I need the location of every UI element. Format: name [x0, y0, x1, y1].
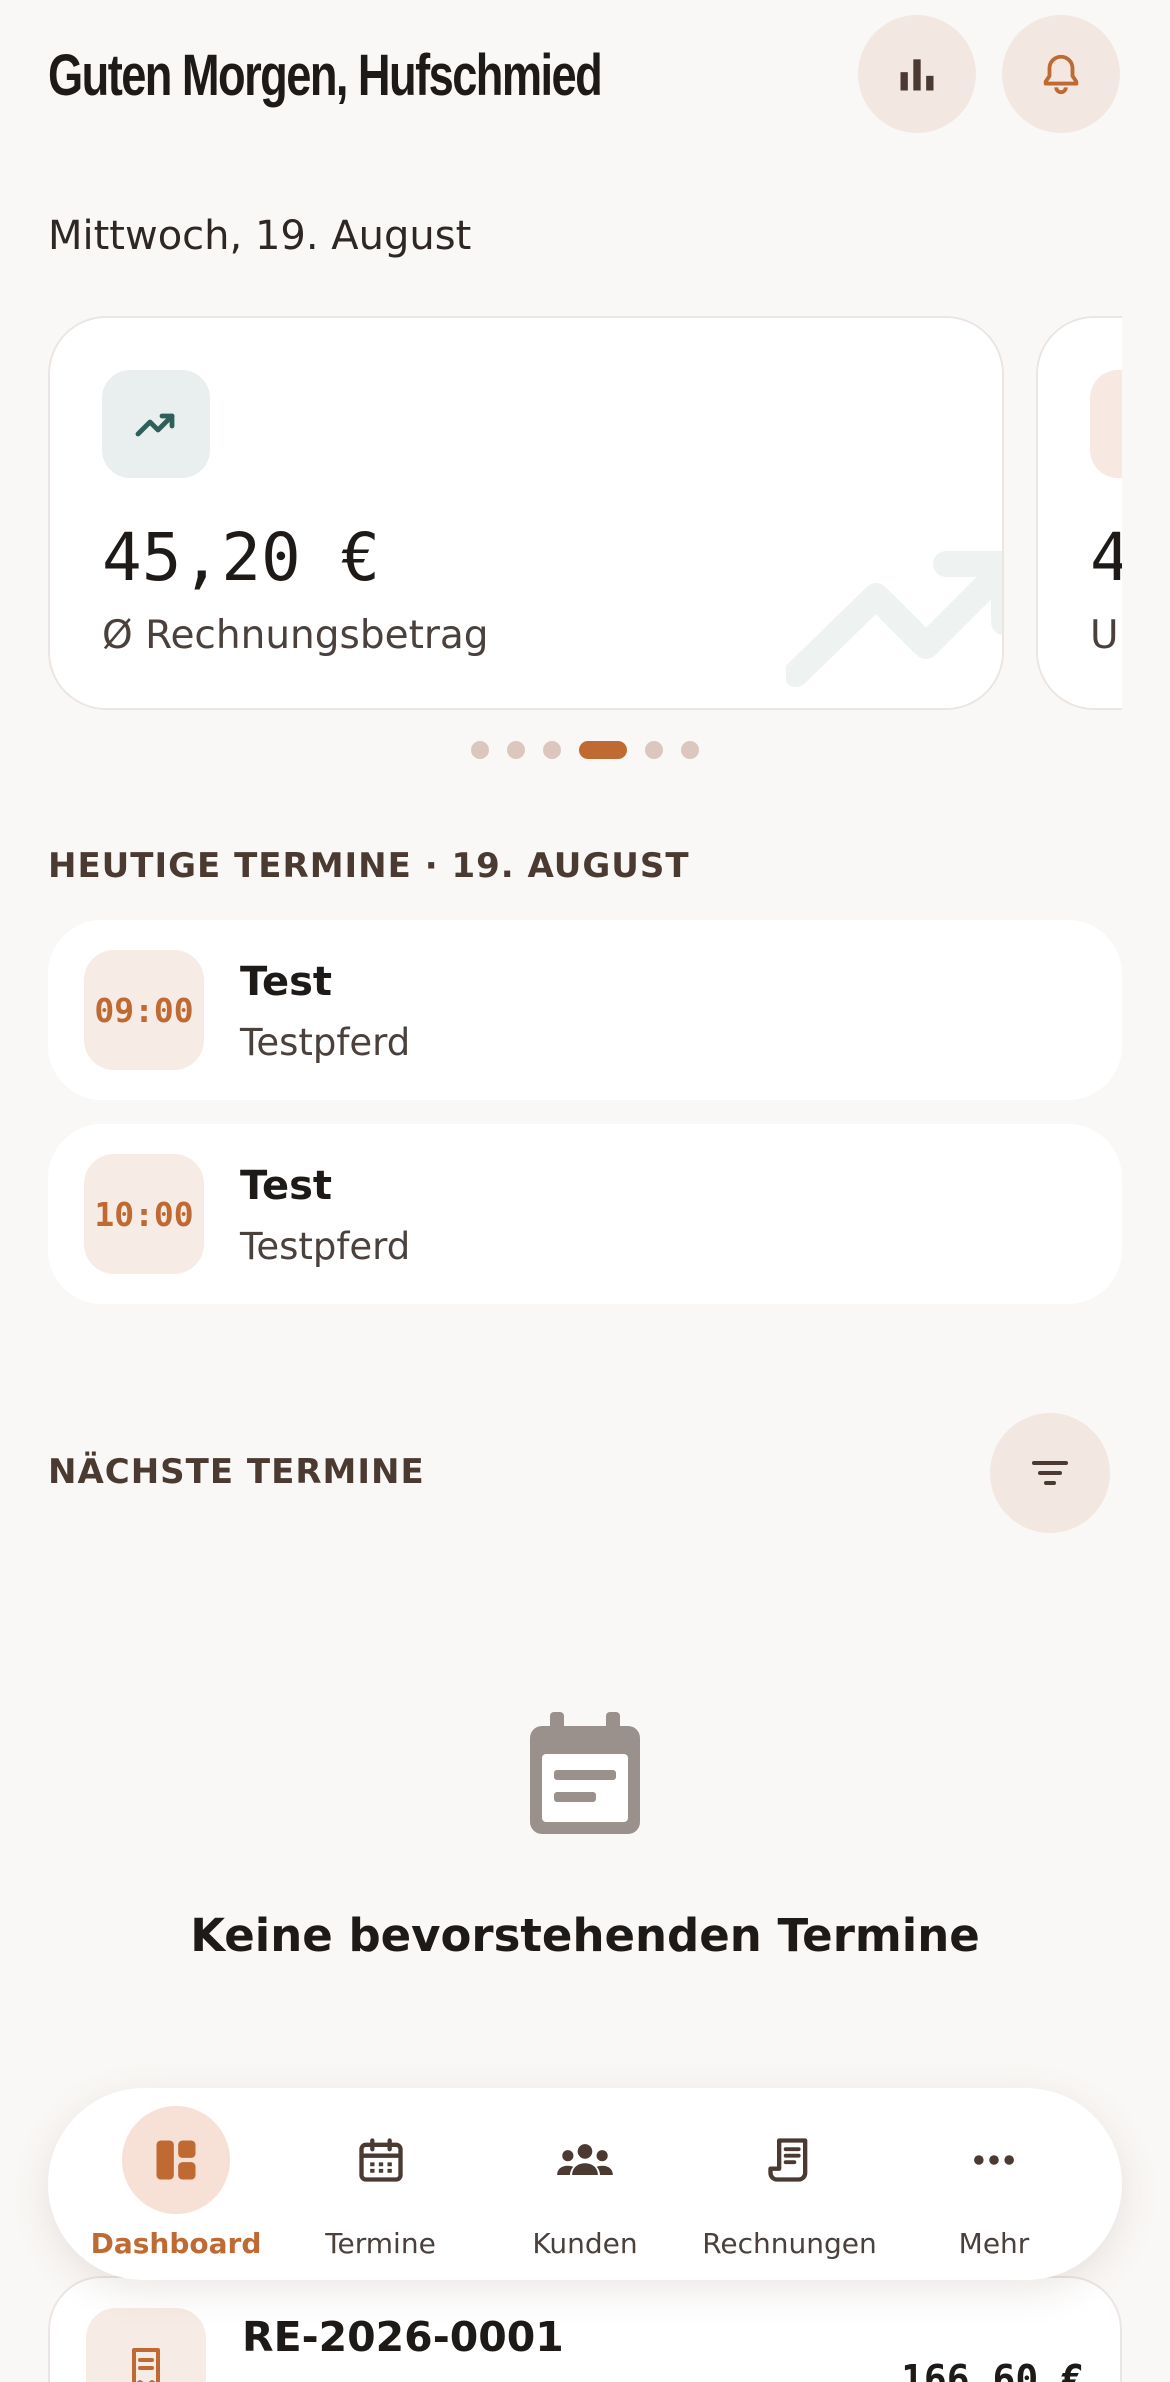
kpi-value: 45,20 € — [102, 519, 381, 596]
notifications-button[interactable] — [1002, 15, 1120, 133]
nav-label: Termine — [325, 2227, 436, 2260]
nav-item-kunden[interactable]: Kunden — [485, 2088, 685, 2280]
appointment-time: 10:00 — [84, 1154, 204, 1274]
carousel-dot[interactable] — [645, 741, 663, 759]
invoice-number: RE-2026-0001 — [242, 2313, 564, 2361]
dashboard-icon — [156, 2140, 196, 2180]
trending-up-icon — [102, 370, 210, 478]
people-icon — [557, 2144, 613, 2175]
calendar-icon — [358, 2138, 403, 2182]
kpi-label: U — [1090, 613, 1119, 658]
statistics-button[interactable] — [858, 15, 976, 133]
carousel-dot[interactable] — [681, 741, 699, 759]
kpi-icon — [1090, 370, 1122, 478]
greeting-title: Guten Morgen, Hufschmied — [48, 43, 603, 108]
kpi-card-average-invoice[interactable]: 45,20 € Ø Rechnungsbetrag — [48, 316, 1004, 710]
carousel-dot[interactable] — [507, 741, 525, 759]
current-date: Mittwoch, 19. August — [48, 213, 472, 259]
nav-item-dashboard[interactable]: Dashboard — [76, 2088, 276, 2280]
appointment-title: Test — [240, 959, 333, 1005]
more-icon — [974, 2155, 1014, 2165]
invoice-card[interactable]: RE-2026-0001 166,60 € — [48, 2276, 1122, 2382]
appointment-horse: Testpferd — [240, 1021, 411, 1064]
nav-item-rechnungen[interactable]: Rechnungen — [690, 2088, 890, 2280]
carousel-dot[interactable] — [471, 741, 489, 759]
empty-state-text: Keine bevorstehenden Termine — [190, 1909, 980, 1962]
nav-item-termine[interactable]: Termine — [281, 2088, 481, 2280]
receipt-icon — [86, 2308, 206, 2382]
appointment-horse: Testpferd — [240, 1225, 411, 1268]
carousel-dot[interactable] — [543, 741, 561, 759]
nav-label: Rechnungen — [702, 2227, 877, 2260]
bell-icon — [1043, 54, 1079, 95]
appointment-card[interactable]: 09:00 Test Testpferd — [48, 920, 1122, 1100]
nav-label: Dashboard — [90, 2227, 262, 2260]
nav-item-mehr[interactable]: Mehr — [894, 2088, 1094, 2280]
filter-icon — [1032, 1461, 1068, 1485]
bottom-navigation: Dashboard Termine Kunden Rechnungen Mehr — [48, 2088, 1122, 2280]
carousel-dot-active[interactable] — [579, 741, 627, 759]
receipt-icon — [767, 2138, 807, 2182]
calendar-empty-icon — [530, 1712, 640, 1834]
nav-label: Kunden — [532, 2227, 638, 2260]
kpi-value: 4 — [1090, 518, 1122, 598]
upcoming-section-title: NÄCHSTE TERMINE — [48, 1452, 425, 1492]
today-section-title: HEUTIGE TERMINE · 19. AUGUST — [48, 846, 690, 886]
kpi-label: Ø Rechnungsbetrag — [102, 613, 489, 658]
appointment-card[interactable]: 10:00 Test Testpferd — [48, 1124, 1122, 1304]
nav-label: Mehr — [958, 2227, 1030, 2260]
kpi-card-next-peek[interactable]: 4 U — [1036, 316, 1122, 710]
appointment-time: 09:00 — [84, 950, 204, 1070]
filter-button[interactable] — [990, 1413, 1110, 1533]
carousel-indicator — [0, 740, 1170, 760]
invoice-amount: 166,60 € — [900, 2357, 1084, 2382]
trending-up-watermark-icon — [786, 551, 1002, 687]
bar-chart-icon — [900, 59, 934, 91]
appointment-title: Test — [240, 1163, 333, 1209]
